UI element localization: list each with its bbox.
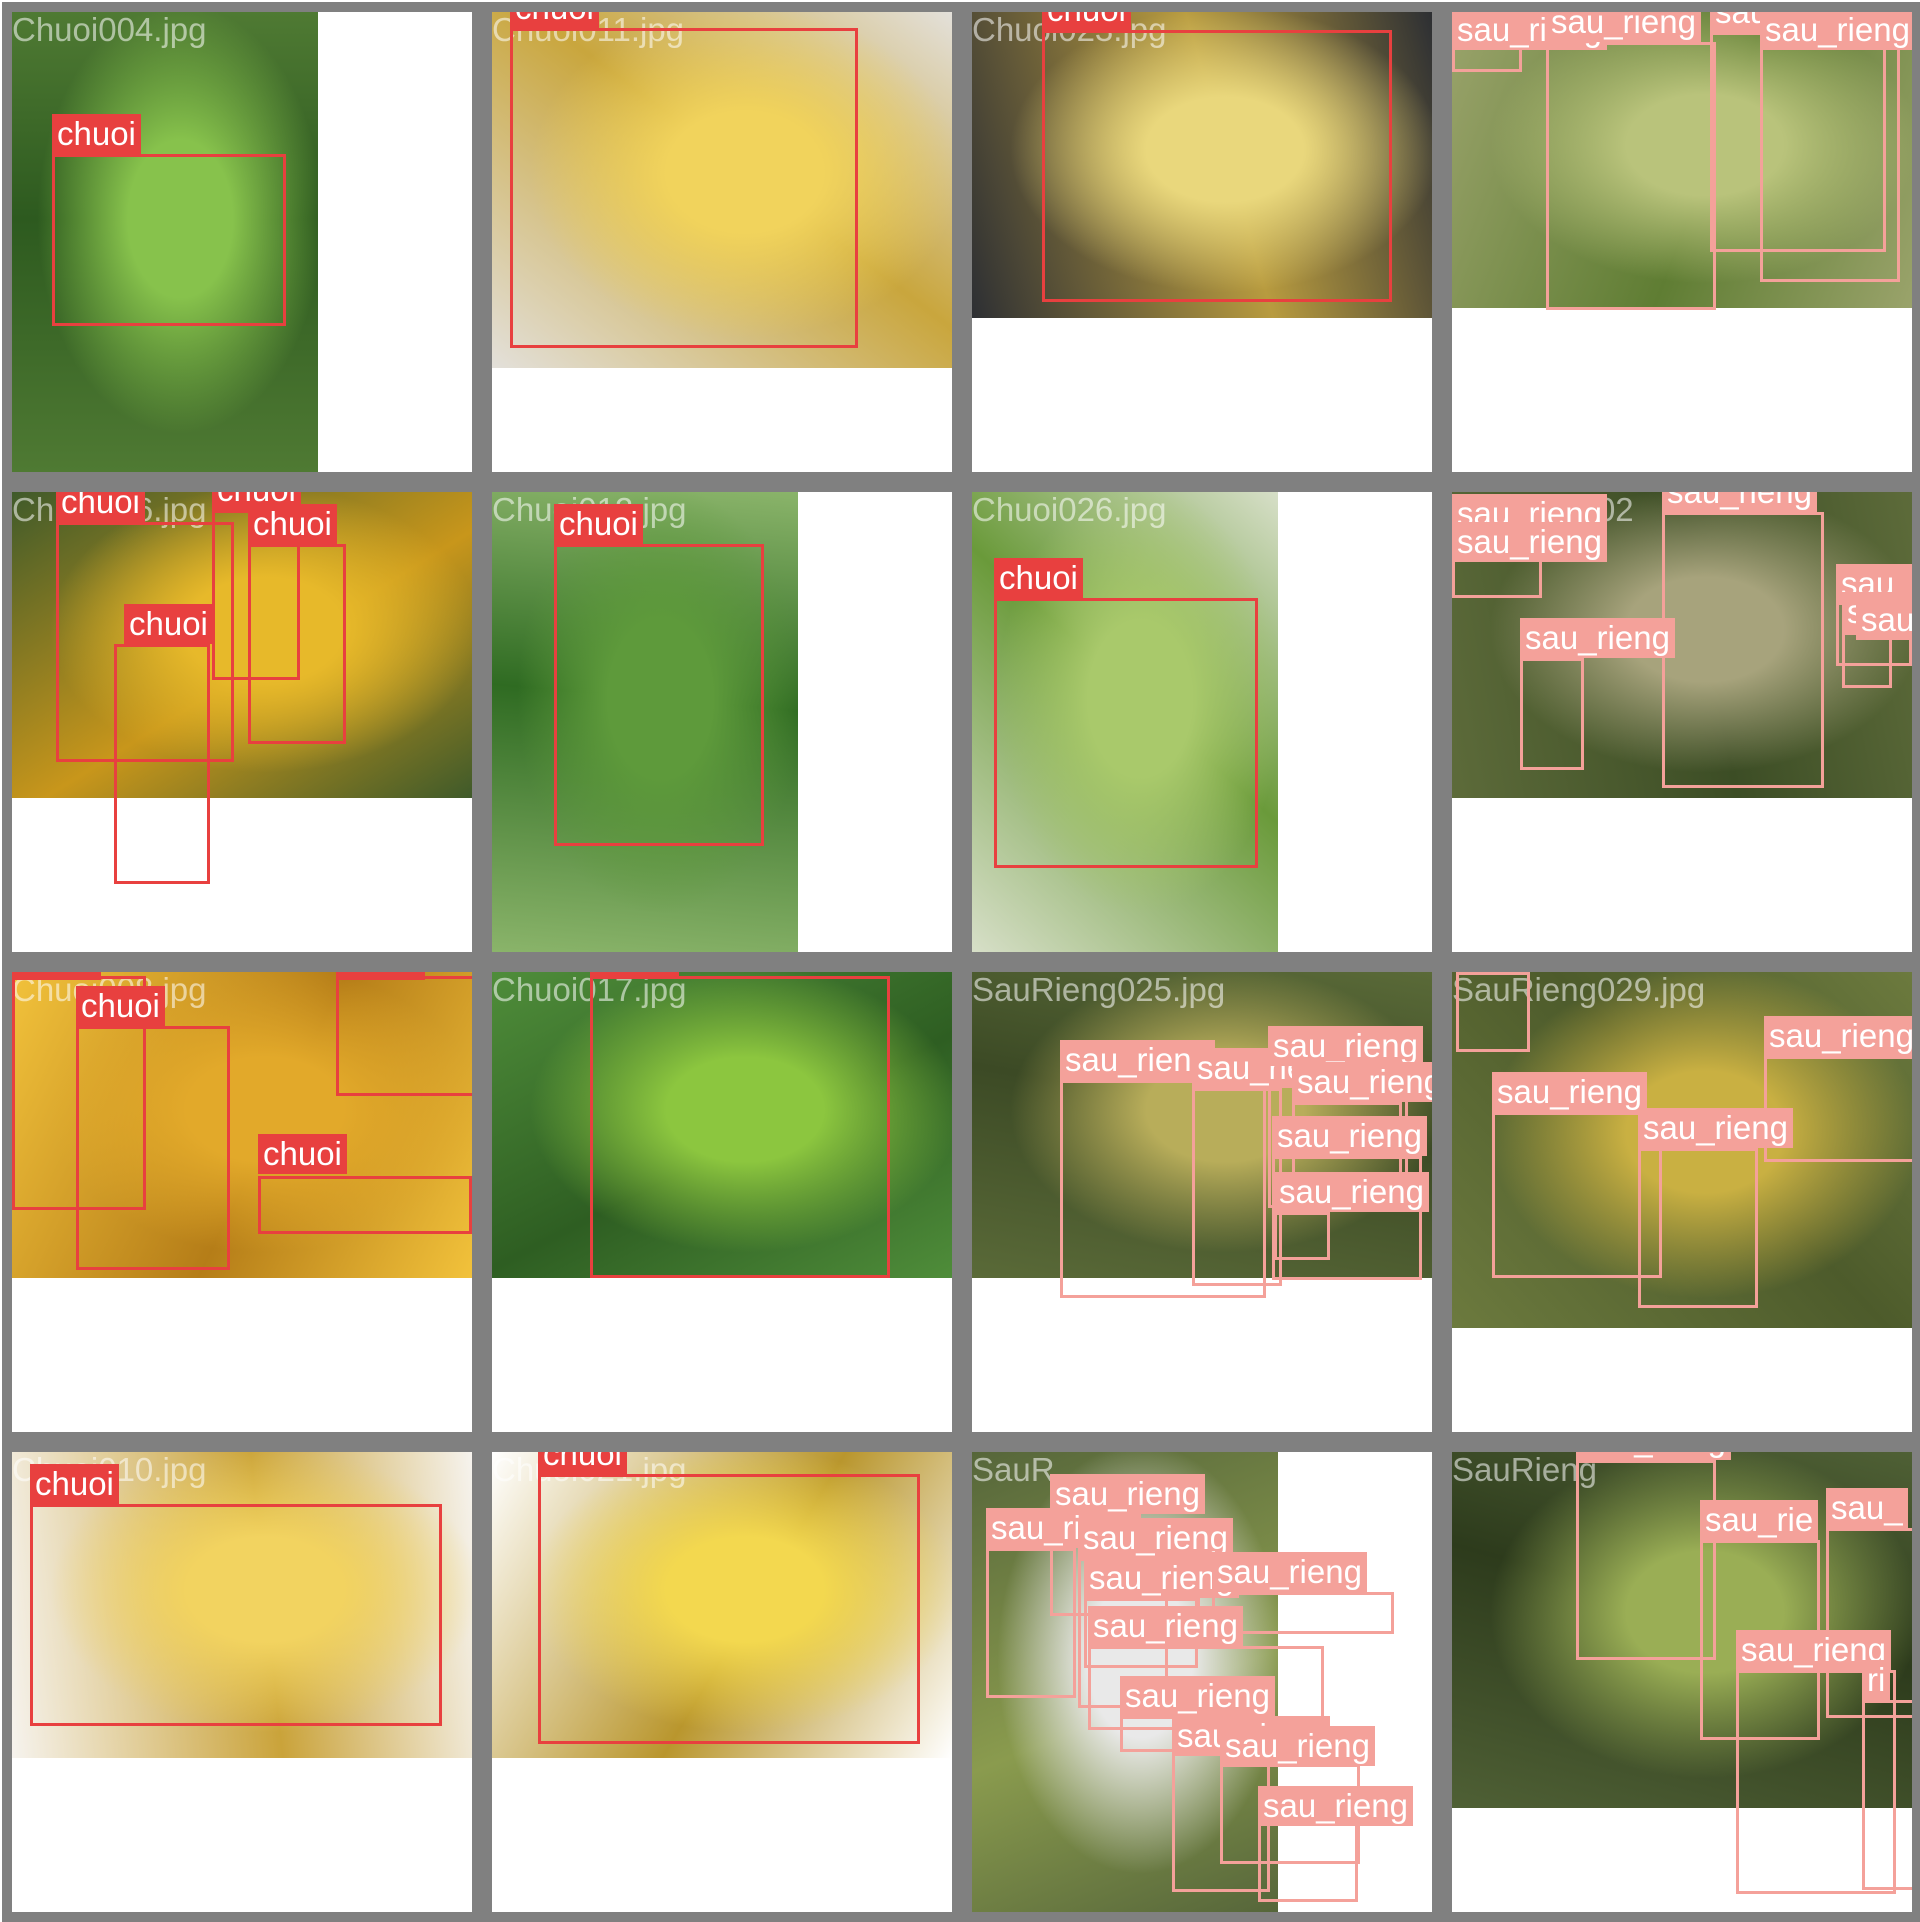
image-tile: Chuoi004.jpg chuoi [2,2,482,482]
class-label: sau_rie [1700,1500,1819,1540]
class-label: sau_rieng [1764,1016,1912,1056]
image-tile: SauR sau_rieng sau_rieng sau_rieng sau_rieng… [962,1442,1442,1922]
class-label: sau_rieng [1050,1474,1205,1514]
bounding-box [1760,12,1900,282]
bounding-box [1546,42,1716,310]
class-label: sau_rieng [1220,1726,1375,1766]
class-label: chuoi [12,972,101,980]
class-label: sau_rieng [1268,1026,1423,1066]
class-label: sau_rieng [1272,1116,1427,1156]
bounding-box [590,976,890,1278]
class-label: sau_ [1826,1488,1908,1528]
class-label: sau_rieng [1292,1062,1432,1102]
class-label: sau_rieng [1760,12,1912,50]
class-label: sau_rieng [1120,1676,1275,1716]
bounding-box [248,544,346,744]
class-label: chuoi [554,504,643,544]
class-label: ri [1862,1660,1891,1700]
bounding-box [336,976,472,1096]
bounding-box [554,544,764,846]
bounding-box [1042,30,1392,302]
class-label: sau_rieng [1546,12,1701,42]
image-filename: Chuoi026.jpg [972,491,1167,528]
class-label: chuoi [76,986,165,1026]
bounding-box [1492,1112,1662,1278]
class-label: chuoi [336,972,425,980]
image-tile: sau_riengsau_riengsau_riengsau_rieng [1442,2,1920,482]
image-tile: Chuoi011.jpg chuoi [482,2,962,482]
class-label: chuoi [510,12,599,28]
class-label: chuoi [52,114,141,154]
class-label: sau_rieng [1576,1452,1731,1460]
image-filename: SauR [972,1451,1055,1488]
bounding-box [1576,1460,1716,1660]
bounding-box [114,644,210,884]
bounding-box [994,598,1258,868]
bounding-box [258,1176,472,1234]
class-label: sau_rieng [1078,1518,1233,1558]
class-label: sau_rieng [1088,1606,1243,1646]
bounding-box [1274,1212,1330,1260]
image-filename: Chuoi004.jpg [12,11,207,48]
class-label: chuoi [30,1464,119,1504]
class-label: sau_rieng [1258,1786,1413,1826]
bounding-box [52,154,286,326]
class-label: chuoi [994,558,1083,598]
class-label: chuoi [590,972,679,976]
class-label: sau_rieng [1452,522,1607,562]
class-label: chuoi [124,604,213,644]
bounding-box [538,1474,920,1744]
class-label: sau_rieng [1274,1172,1429,1212]
class-label: sau_rieng [1492,1072,1647,1112]
image-tile: Chuoi010.jpgchuoi [2,1442,482,1922]
bounding-box [76,1026,230,1270]
class-label: chuoi [538,1452,627,1474]
bounding-box [1520,658,1584,770]
class-label: sau_rieng [1520,618,1675,658]
image-tile: Chuoi017.jpgchuoi [482,962,962,1442]
class-label: chuoi [248,504,337,544]
image-tile: Chuoi008.jpgchuoichuoichuoichuoi [2,962,482,1442]
image-tile: Chuoi023.jpgchuoi [962,2,1442,482]
class-label: sau_rieng [1638,1108,1793,1148]
image-tile: Chuoi021.jpgchuoi [482,1442,962,1922]
class-label: sau_rieng [1456,962,1611,968]
class-label: chuoi [56,492,145,522]
image-filename: SauRieng025.jpg [972,971,1226,1008]
image-tile: SauRiengsau_riengsau_riesau_sau_riengri [1442,1442,1920,1922]
image-tile: Chuoi026.jpgchuoichuoichuoichuoi [2,482,482,962]
bounding-box [1258,1822,1358,1902]
bounding-box [1638,1148,1758,1308]
bounding-box [1456,972,1530,1052]
class-label: sau_rieng [1212,1552,1367,1592]
class-label: chuoi [258,1134,347,1174]
bounding-box [510,28,858,348]
image-tile: SauRieng029.jpg sau_rieng sau_rieng sau_rie… [1442,962,1920,1442]
class-label: sau_rieng [1856,600,1912,640]
bounding-box [1862,1700,1912,1890]
bounding-box [1662,512,1824,788]
image-tile: SauRieng02sau_riengsau_riengsau_riengsau… [1442,482,1920,962]
class-label: sau_rieng [1662,492,1817,512]
bounding-box [30,1504,442,1726]
bounding-box [1842,632,1892,688]
image-tile: Chuoi012.jpgchuoi [482,482,962,962]
class-label: chuoi [1042,12,1131,30]
image-tile: Chuoi026.jpg chuoi [962,482,1442,962]
image-tile: SauRieng025.jpg sau_rieng sau_rieng sau_rie… [962,962,1442,1442]
